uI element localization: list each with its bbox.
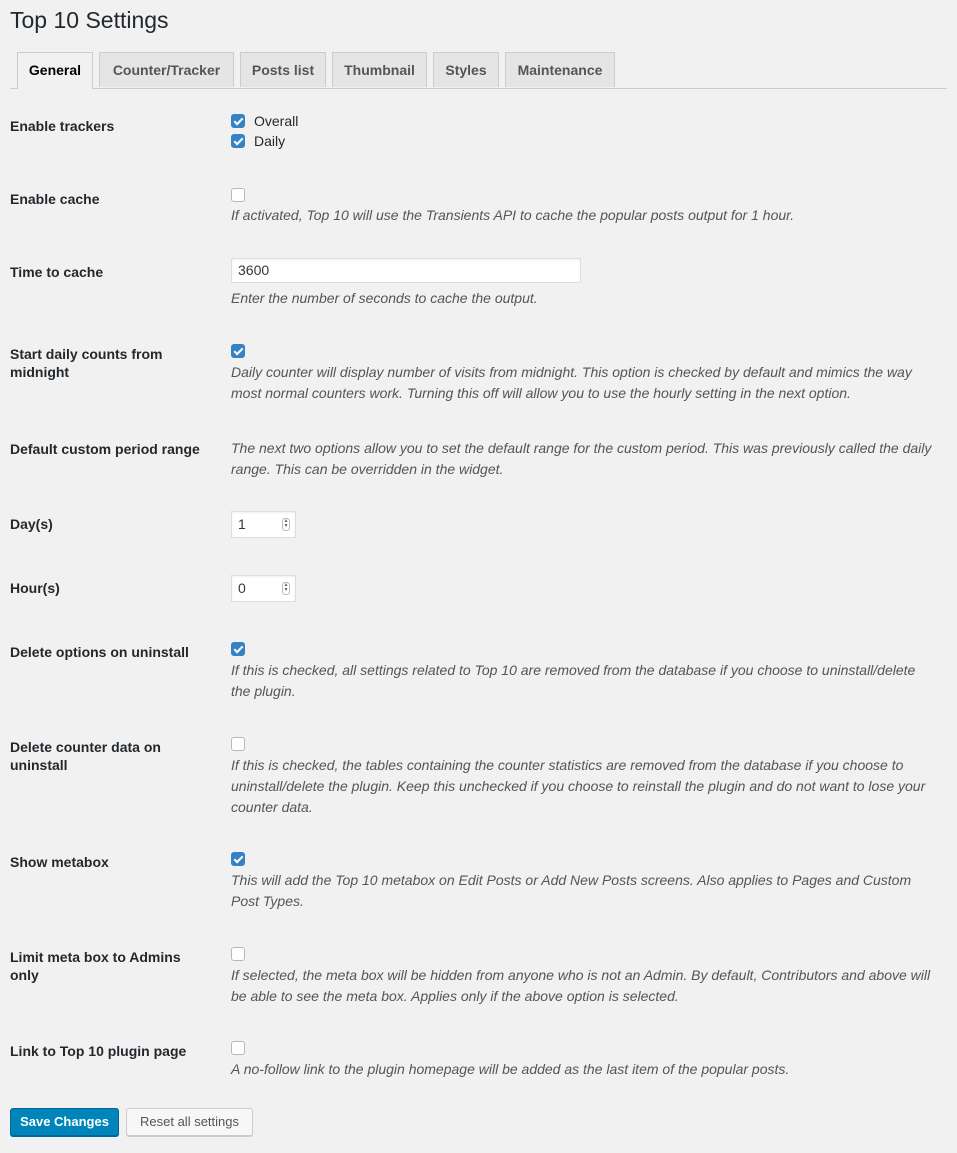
setting-label: Limit meta box to Admins only (10, 949, 181, 983)
daily-checkbox[interactable] (231, 134, 245, 148)
enable-cache-checkbox[interactable] (231, 188, 245, 202)
tab-posts-list[interactable]: Posts list (240, 52, 326, 87)
setting-label: Link to Top 10 plugin page (10, 1043, 187, 1059)
save-changes-button[interactable]: Save Changes (10, 1108, 119, 1136)
delete-options-checkbox[interactable] (231, 642, 245, 656)
setting-description: The next two options allow you to set th… (231, 440, 932, 477)
spinner-icon[interactable]: ▴ ▾ (282, 582, 290, 595)
setting-label: Enable cache (10, 191, 100, 207)
tab-general[interactable]: General (17, 52, 93, 89)
tab-maintenance[interactable]: Maintenance (505, 52, 615, 87)
tab-counter-tracker[interactable]: Counter/Tracker (99, 52, 234, 87)
overall-checkbox[interactable] (231, 114, 245, 128)
hours-value: 0 (238, 580, 246, 596)
show-credit-checkbox[interactable] (231, 1041, 245, 1055)
daily-tracker-option: Daily (231, 131, 937, 151)
days-value: 1 (238, 516, 246, 532)
setting-description: If selected, the meta box will be hidden… (231, 967, 931, 1004)
setting-description: If this is checked, the tables containin… (231, 757, 926, 815)
setting-description: Daily counter will display number of vis… (231, 364, 912, 401)
setting-label: Day(s) (10, 516, 53, 532)
overall-label: Overall (254, 113, 299, 129)
overall-tracker-option: Overall (231, 111, 937, 131)
setting-label: Show metabox (10, 854, 109, 870)
setting-label: Start daily counts from midnight (10, 346, 163, 380)
setting-description: Enter the number of seconds to cache the… (231, 290, 538, 306)
setting-description: A no-follow link to the plugin homepage … (231, 1061, 790, 1077)
tab-thumbnail[interactable]: Thumbnail (332, 52, 427, 87)
show-metabox-checkbox[interactable] (231, 852, 245, 866)
setting-label: Delete options on uninstall (10, 644, 189, 660)
setting-label: Delete counter data on uninstall (10, 739, 161, 773)
daily-midnight-checkbox[interactable] (231, 344, 245, 358)
setting-label: Enable trackers (10, 118, 115, 134)
setting-label: Time to cache (10, 264, 104, 280)
delete-data-checkbox[interactable] (231, 737, 245, 751)
setting-label: Hour(s) (10, 580, 60, 596)
spinner-icon[interactable]: ▴ ▾ (282, 518, 290, 531)
tab-styles[interactable]: Styles (433, 52, 499, 87)
setting-description: This will add the Top 10 metabox on Edit… (231, 872, 912, 909)
reset-settings-button[interactable]: Reset all settings (126, 1108, 253, 1136)
metabox-admins-checkbox[interactable] (231, 947, 245, 961)
setting-label: Default custom period range (10, 441, 200, 457)
hours-number-input[interactable]: 0 ▴ ▾ (231, 575, 296, 602)
setting-description: If this is checked, all settings related… (231, 662, 916, 699)
days-number-input[interactable]: 1 ▴ ▾ (231, 511, 296, 538)
page-title: Top 10 Settings (10, 7, 169, 33)
cache-time-input[interactable]: 3600 (231, 258, 581, 283)
settings-tabs: General Counter/Tracker Posts list Thumb… (10, 52, 947, 89)
daily-label: Daily (254, 133, 286, 149)
setting-description: If activated, Top 10 will use the Transi… (231, 207, 795, 223)
